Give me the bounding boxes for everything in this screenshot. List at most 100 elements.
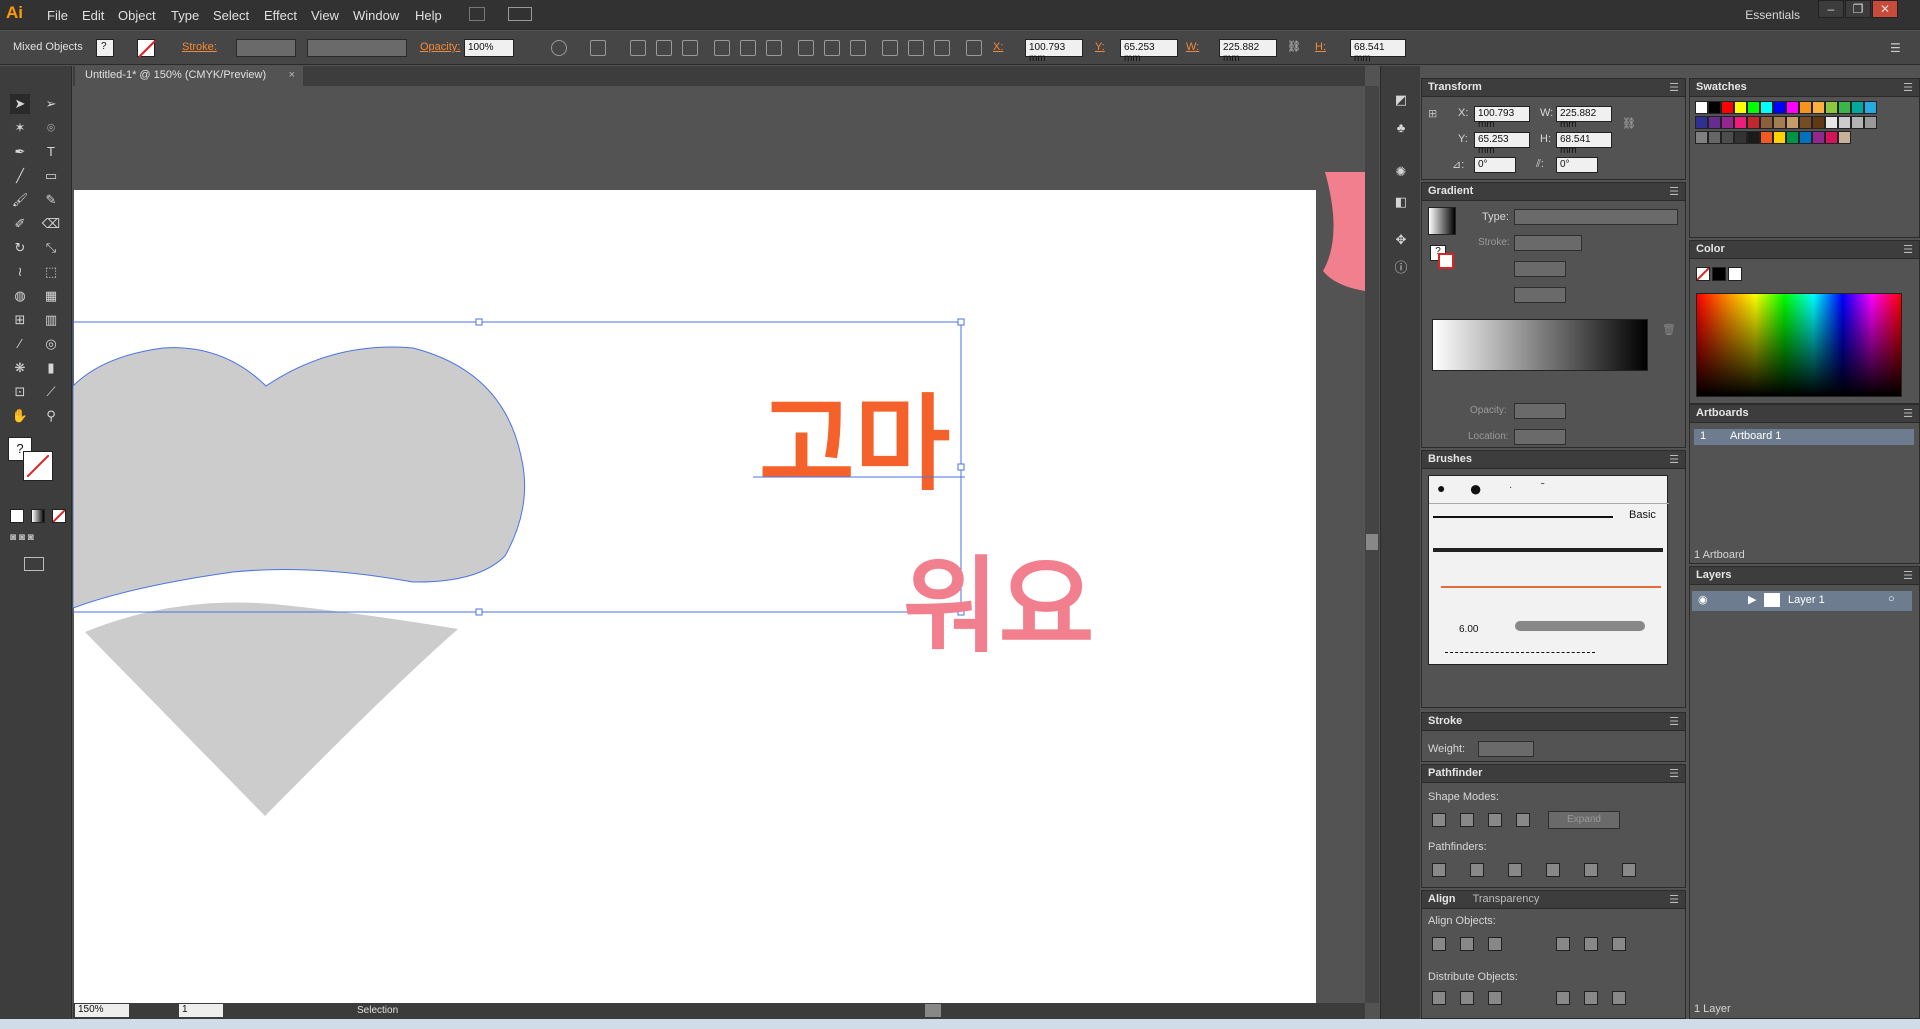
swatch-cell[interactable] — [1708, 131, 1721, 144]
transparency-tab[interactable]: Transparency — [1473, 893, 1540, 905]
swatch-cell[interactable] — [1786, 116, 1799, 129]
opacity-label[interactable]: Opacity: — [420, 41, 460, 53]
status-tool-label[interactable]: Selection — [357, 1005, 398, 1016]
brush-library-list[interactable]: ● ● · ˜ Basic 6.00 — [1428, 475, 1669, 665]
minus-back-icon[interactable] — [1622, 863, 1636, 877]
selection-tool-icon[interactable]: ➤ — [10, 94, 30, 114]
outline-icon[interactable] — [1584, 863, 1598, 877]
swatch-cell[interactable] — [1747, 101, 1760, 114]
paintbrush-tool-icon[interactable]: 🖌 — [10, 190, 30, 210]
blob-brush-tool-icon[interactable]: ✐ — [10, 214, 30, 234]
gradient-tool-icon[interactable]: ▥ — [41, 310, 61, 330]
mesh-tool-icon[interactable]: ⊞ — [10, 310, 30, 330]
stroke-none-swatch[interactable] — [137, 39, 156, 58]
distribute-left-edges-icon[interactable] — [1556, 991, 1570, 1005]
horizontal-align-center-icon[interactable] — [1460, 937, 1474, 951]
constrain-proportions-icon[interactable]: ⛓ — [1287, 40, 1303, 56]
trim-icon[interactable] — [1470, 863, 1484, 877]
swatch-cell[interactable] — [1825, 116, 1838, 129]
magic-wand-tool-icon[interactable]: ✶ — [10, 118, 30, 138]
graphic-styles-icon[interactable]: ◧ — [1391, 192, 1411, 212]
scale-tool-icon[interactable]: ⤡ — [41, 238, 61, 258]
swatch-cell[interactable] — [1864, 101, 1877, 114]
swatch-cell[interactable] — [1760, 101, 1773, 114]
layer-row[interactable]: ◉ ▶ Layer 1 ○ — [1692, 591, 1912, 611]
distribute-right-edges-icon[interactable] — [1612, 991, 1626, 1005]
intersect-icon[interactable] — [1488, 813, 1502, 827]
reference-point-icon[interactable] — [966, 40, 982, 56]
eyedropper-tool-icon[interactable]: ⁄ — [10, 334, 30, 354]
minus-front-icon[interactable] — [1460, 813, 1474, 827]
swatch-cell[interactable] — [1786, 131, 1799, 144]
distribute-top-icon[interactable] — [798, 40, 814, 56]
align-hcenter-icon[interactable] — [656, 40, 672, 56]
horizontal-scrollbar[interactable]: 150% 1 Selection — [73, 1003, 1365, 1019]
stroke-weight-field[interactable] — [236, 39, 296, 57]
free-transform-tool-icon[interactable]: ⬚ — [41, 262, 61, 282]
swatch-cell[interactable] — [1825, 101, 1838, 114]
vertical-scrollbar[interactable] — [1365, 86, 1379, 1003]
swatch-cell[interactable] — [1760, 131, 1773, 144]
align-bottom-icon[interactable] — [766, 40, 782, 56]
menu-object[interactable]: Object — [118, 8, 156, 23]
stroke-weight-field[interactable] — [1478, 741, 1534, 757]
artboard-navigation-field[interactable]: 1 — [179, 1004, 223, 1017]
layer-expand-triangle-icon[interactable]: ▶ — [1748, 593, 1756, 606]
hand-tool-icon[interactable]: ✋ — [10, 406, 30, 426]
stroke-label[interactable]: Stroke: — [182, 41, 217, 53]
menu-effect[interactable]: Effect — [264, 8, 297, 23]
swatch-cell[interactable] — [1734, 116, 1747, 129]
exclude-icon[interactable] — [1516, 813, 1530, 827]
pencil-tool-icon[interactable]: ✎ — [41, 190, 61, 210]
opacity-field[interactable]: 100% — [464, 39, 514, 57]
swatch-cell[interactable] — [1747, 131, 1760, 144]
brushes-panel-header[interactable]: Brushes ☰ — [1422, 451, 1685, 469]
brush-thumbnail-row[interactable]: ● ● · ˜ — [1429, 476, 1669, 504]
minimize-button[interactable]: – — [1818, 0, 1844, 18]
menu-view[interactable]: View — [311, 8, 339, 23]
slice-tool-icon[interactable]: ⟋ — [41, 382, 61, 402]
panel-menu-icon[interactable]: ☰ — [1890, 41, 1901, 55]
vertical-align-top-icon[interactable] — [1556, 937, 1570, 951]
transform-panel-header[interactable]: Transform ☰ — [1422, 79, 1685, 97]
swatch-cell[interactable] — [1773, 131, 1786, 144]
layer-name[interactable]: Layer 1 — [1788, 594, 1825, 606]
swatch-cell[interactable] — [1773, 116, 1786, 129]
swatch-cell[interactable] — [1708, 116, 1721, 129]
close-window-button[interactable]: ✕ — [1872, 0, 1898, 18]
align-vcenter-icon[interactable] — [740, 40, 756, 56]
vertical-align-bottom-icon[interactable] — [1612, 937, 1626, 951]
swatch-grid[interactable] — [1695, 101, 1895, 211]
transform-y-field[interactable]: 65.253 mm — [1474, 132, 1530, 156]
line-tool-icon[interactable]: ╱ — [10, 166, 30, 186]
layer-visibility-eye-icon[interactable]: ◉ — [1698, 593, 1708, 606]
appearance-icon[interactable]: ✺ — [1391, 162, 1411, 182]
menu-select[interactable]: Select — [213, 8, 249, 23]
swatch-cell[interactable] — [1812, 116, 1825, 129]
close-tab-icon[interactable]: × — [289, 69, 295, 81]
rotate-angle-field[interactable]: 0° — [1474, 157, 1516, 173]
pathfinder-panel-header[interactable]: Pathfinder ☰ — [1422, 765, 1685, 783]
color-white-icon[interactable] — [1728, 267, 1742, 281]
horizontal-align-right-icon[interactable] — [1488, 937, 1502, 951]
divide-icon[interactable] — [1432, 863, 1446, 877]
rectangle-tool-icon[interactable]: ▭ — [41, 166, 61, 186]
distribute-right-icon[interactable] — [934, 40, 950, 56]
workspace-switcher[interactable]: Essentials — [1745, 8, 1800, 22]
document-tab[interactable]: Untitled-1* @ 150% (CMYK/Preview) × — [75, 66, 303, 86]
info-icon[interactable]: ⓘ — [1391, 258, 1411, 278]
swatch-cell[interactable] — [1708, 101, 1721, 114]
constrain-proportions-icon[interactable]: ⛓ — [1622, 117, 1636, 130]
symbol-sprayer-tool-icon[interactable]: ❋ — [10, 358, 30, 378]
align-panel-header[interactable]: Align Transparency ☰ — [1422, 891, 1685, 909]
canvas-area[interactable]: 고마 워요 — [73, 86, 1365, 1003]
swatch-cell[interactable] — [1838, 131, 1851, 144]
distribute-horizontal-centers-icon[interactable] — [1584, 991, 1598, 1005]
swatch-cell[interactable] — [1721, 101, 1734, 114]
swatch-cell[interactable] — [1799, 101, 1812, 114]
fill-swatch[interactable]: ? — [96, 39, 114, 57]
swatch-cell[interactable] — [1734, 101, 1747, 114]
gradient-type-select[interactable] — [1514, 209, 1678, 225]
swatch-cell[interactable] — [1851, 116, 1864, 129]
color-spectrum-ramp[interactable] — [1696, 293, 1902, 397]
